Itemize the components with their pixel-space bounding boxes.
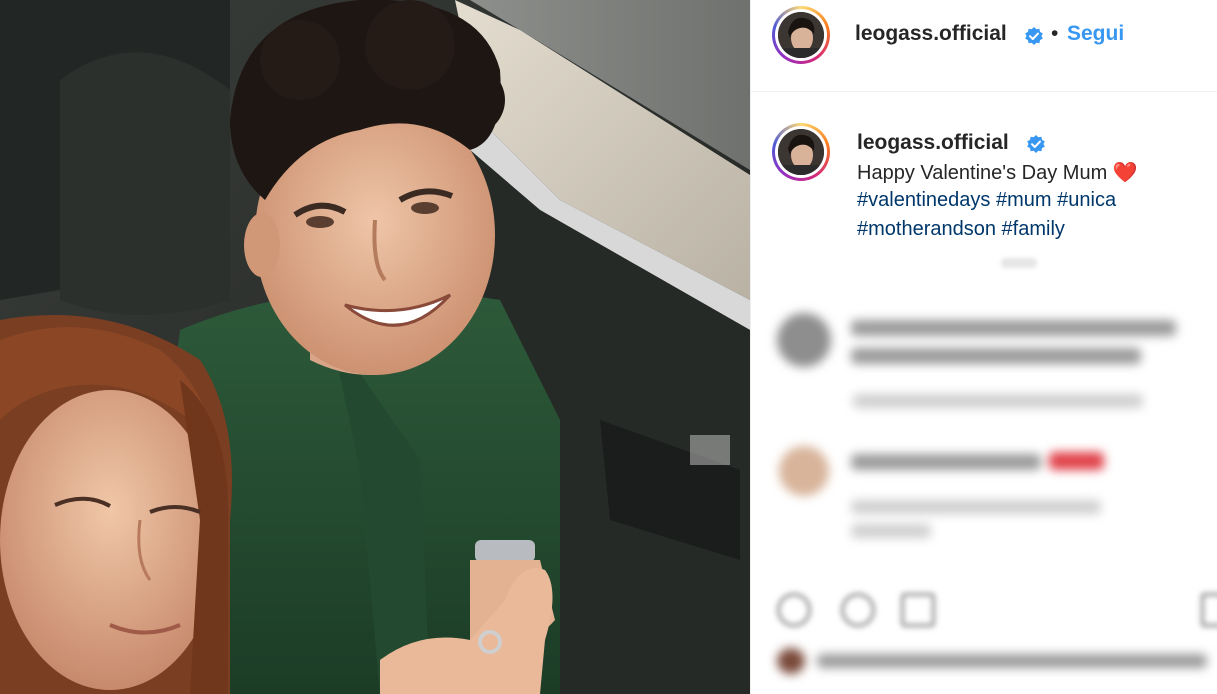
heart-icon[interactable]: [777, 593, 811, 627]
action-bar: [751, 585, 1217, 635]
bookmark-icon[interactable]: [1201, 593, 1217, 627]
comment-icon[interactable]: [841, 593, 875, 627]
post-photo[interactable]: [0, 0, 750, 694]
post-details-panel: leogass.official • Segui leogass.officia…: [750, 0, 1217, 694]
selfie-image: [0, 0, 750, 694]
share-icon[interactable]: [901, 593, 935, 627]
likes-summary-blurred: [777, 648, 1207, 674]
